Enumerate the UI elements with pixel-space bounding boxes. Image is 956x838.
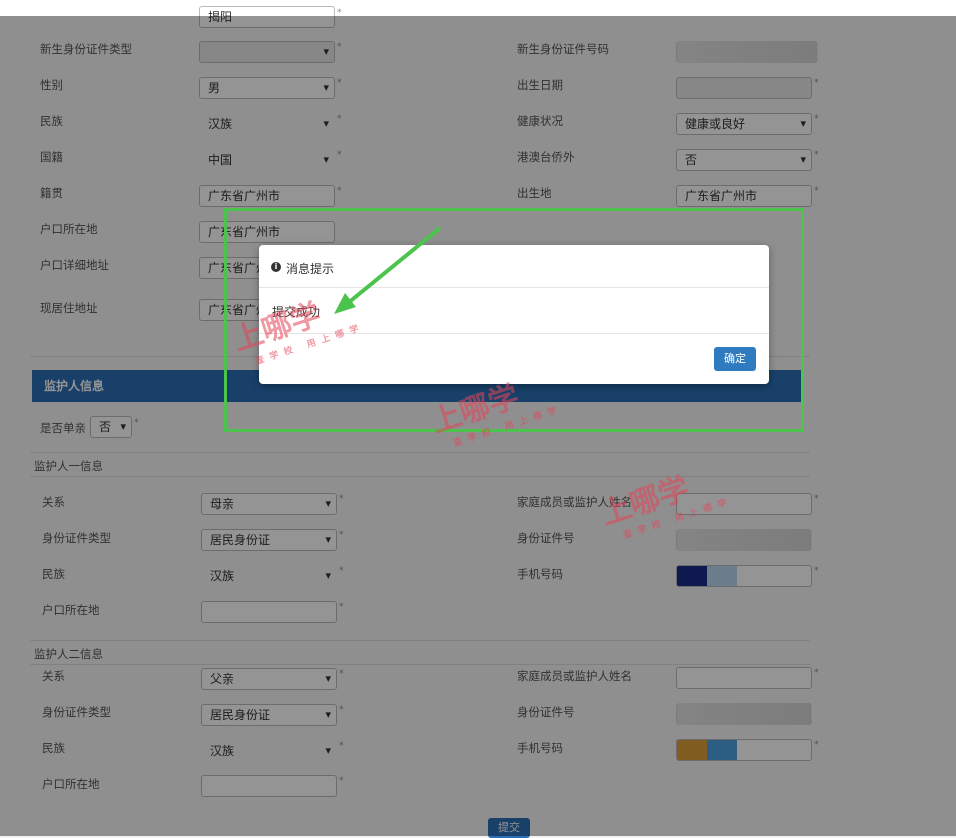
browser-top-strip xyxy=(0,0,956,16)
